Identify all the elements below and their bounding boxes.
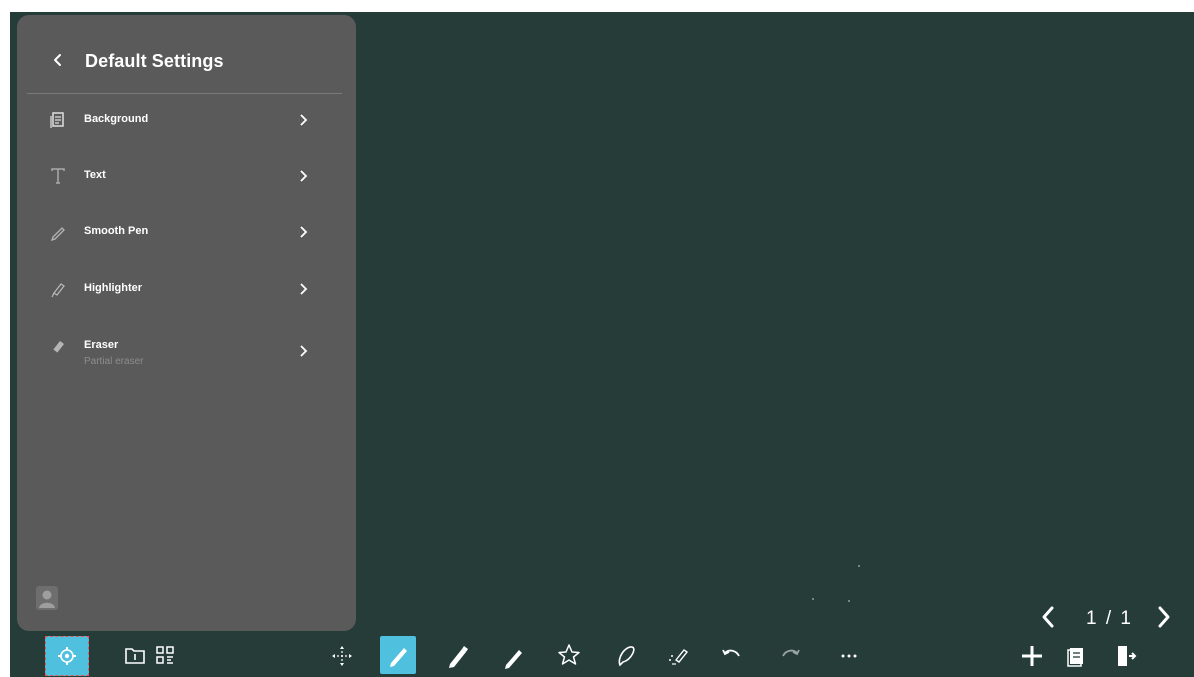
next-page-button[interactable] <box>1154 602 1174 632</box>
left-border <box>0 0 10 677</box>
brush-button[interactable] <box>443 638 473 672</box>
chevron-right-icon <box>300 226 308 238</box>
divider <box>27 93 342 94</box>
magic-pen-button[interactable] <box>664 638 694 672</box>
settings-icon <box>58 647 76 665</box>
file-button[interactable] <box>120 638 150 672</box>
add-page-icon <box>1022 646 1042 666</box>
page-indicator: 1 / 1 <box>1086 608 1133 629</box>
setting-item-text[interactable]: Text <box>31 155 331 199</box>
user-avatar[interactable] <box>35 585 59 611</box>
panel-header: Default Settings <box>17 15 356 95</box>
pages-icon <box>1067 648 1083 667</box>
pen-button[interactable] <box>380 636 416 674</box>
folder-icon <box>125 648 145 664</box>
chevron-right-icon <box>1158 606 1170 628</box>
magic-pen-icon <box>669 649 689 665</box>
setting-item-smooth-pen[interactable]: Smooth Pen <box>31 211 331 255</box>
qr-code-icon <box>156 646 174 664</box>
chevron-left-icon <box>1042 606 1054 628</box>
setting-item-eraser[interactable]: Eraser Partial eraser <box>31 325 331 381</box>
exit-icon <box>1118 646 1137 666</box>
more-icon <box>841 654 857 658</box>
settings-button[interactable] <box>45 636 89 676</box>
canvas-dot <box>858 565 860 567</box>
previous-page-button[interactable] <box>1038 602 1058 632</box>
user-icon <box>36 586 58 610</box>
back-button[interactable] <box>47 47 69 73</box>
pencil-icon <box>505 650 522 669</box>
pen-icon <box>390 648 407 667</box>
redo-icon <box>782 649 800 657</box>
move-icon <box>332 646 352 666</box>
more-button[interactable] <box>834 638 864 672</box>
setting-item-background[interactable]: Background <box>31 99 331 143</box>
top-border <box>0 0 1194 12</box>
setting-item-label: Eraser <box>84 339 119 351</box>
canvas-dot <box>812 598 814 600</box>
pencil-button[interactable] <box>499 638 529 672</box>
shape-button[interactable] <box>554 638 584 672</box>
setting-item-highlighter[interactable]: Highlighter <box>31 268 331 312</box>
setting-item-sublabel: Partial eraser <box>84 356 144 367</box>
lasso-button[interactable] <box>611 638 641 672</box>
chevron-right-icon <box>300 345 308 357</box>
setting-item-label: Smooth Pen <box>84 225 149 237</box>
pages-button[interactable] <box>1061 638 1091 672</box>
setting-item-label: Text <box>84 169 106 181</box>
highlighter-icon <box>51 283 65 298</box>
star-icon <box>558 644 580 665</box>
canvas-dot <box>848 600 850 602</box>
eraser-icon <box>52 341 64 354</box>
setting-item-label: Background <box>84 113 149 125</box>
add-page-button[interactable] <box>1017 638 1047 672</box>
setting-item-label: Highlighter <box>84 282 143 294</box>
chevron-right-icon <box>300 283 308 295</box>
panel-title: Default Settings <box>85 51 224 71</box>
text-icon <box>51 168 65 184</box>
undo-button[interactable] <box>716 638 746 672</box>
undo-icon <box>722 649 740 657</box>
lasso-icon <box>618 646 635 667</box>
redo-button[interactable] <box>776 638 806 672</box>
page-navigator: 1 / 1 <box>1038 600 1178 634</box>
default-settings-panel: Default Settings Background Text Smooth … <box>17 15 356 631</box>
chevron-right-icon <box>300 114 308 126</box>
move-button[interactable] <box>327 638 357 672</box>
chevron-left-icon <box>54 54 61 66</box>
brush-icon <box>449 646 468 668</box>
exit-button[interactable] <box>1110 638 1140 672</box>
qr-code-button[interactable] <box>150 638 180 672</box>
smooth-pen-icon <box>50 227 65 241</box>
chevron-right-icon <box>300 170 308 182</box>
background-icon <box>50 112 64 128</box>
